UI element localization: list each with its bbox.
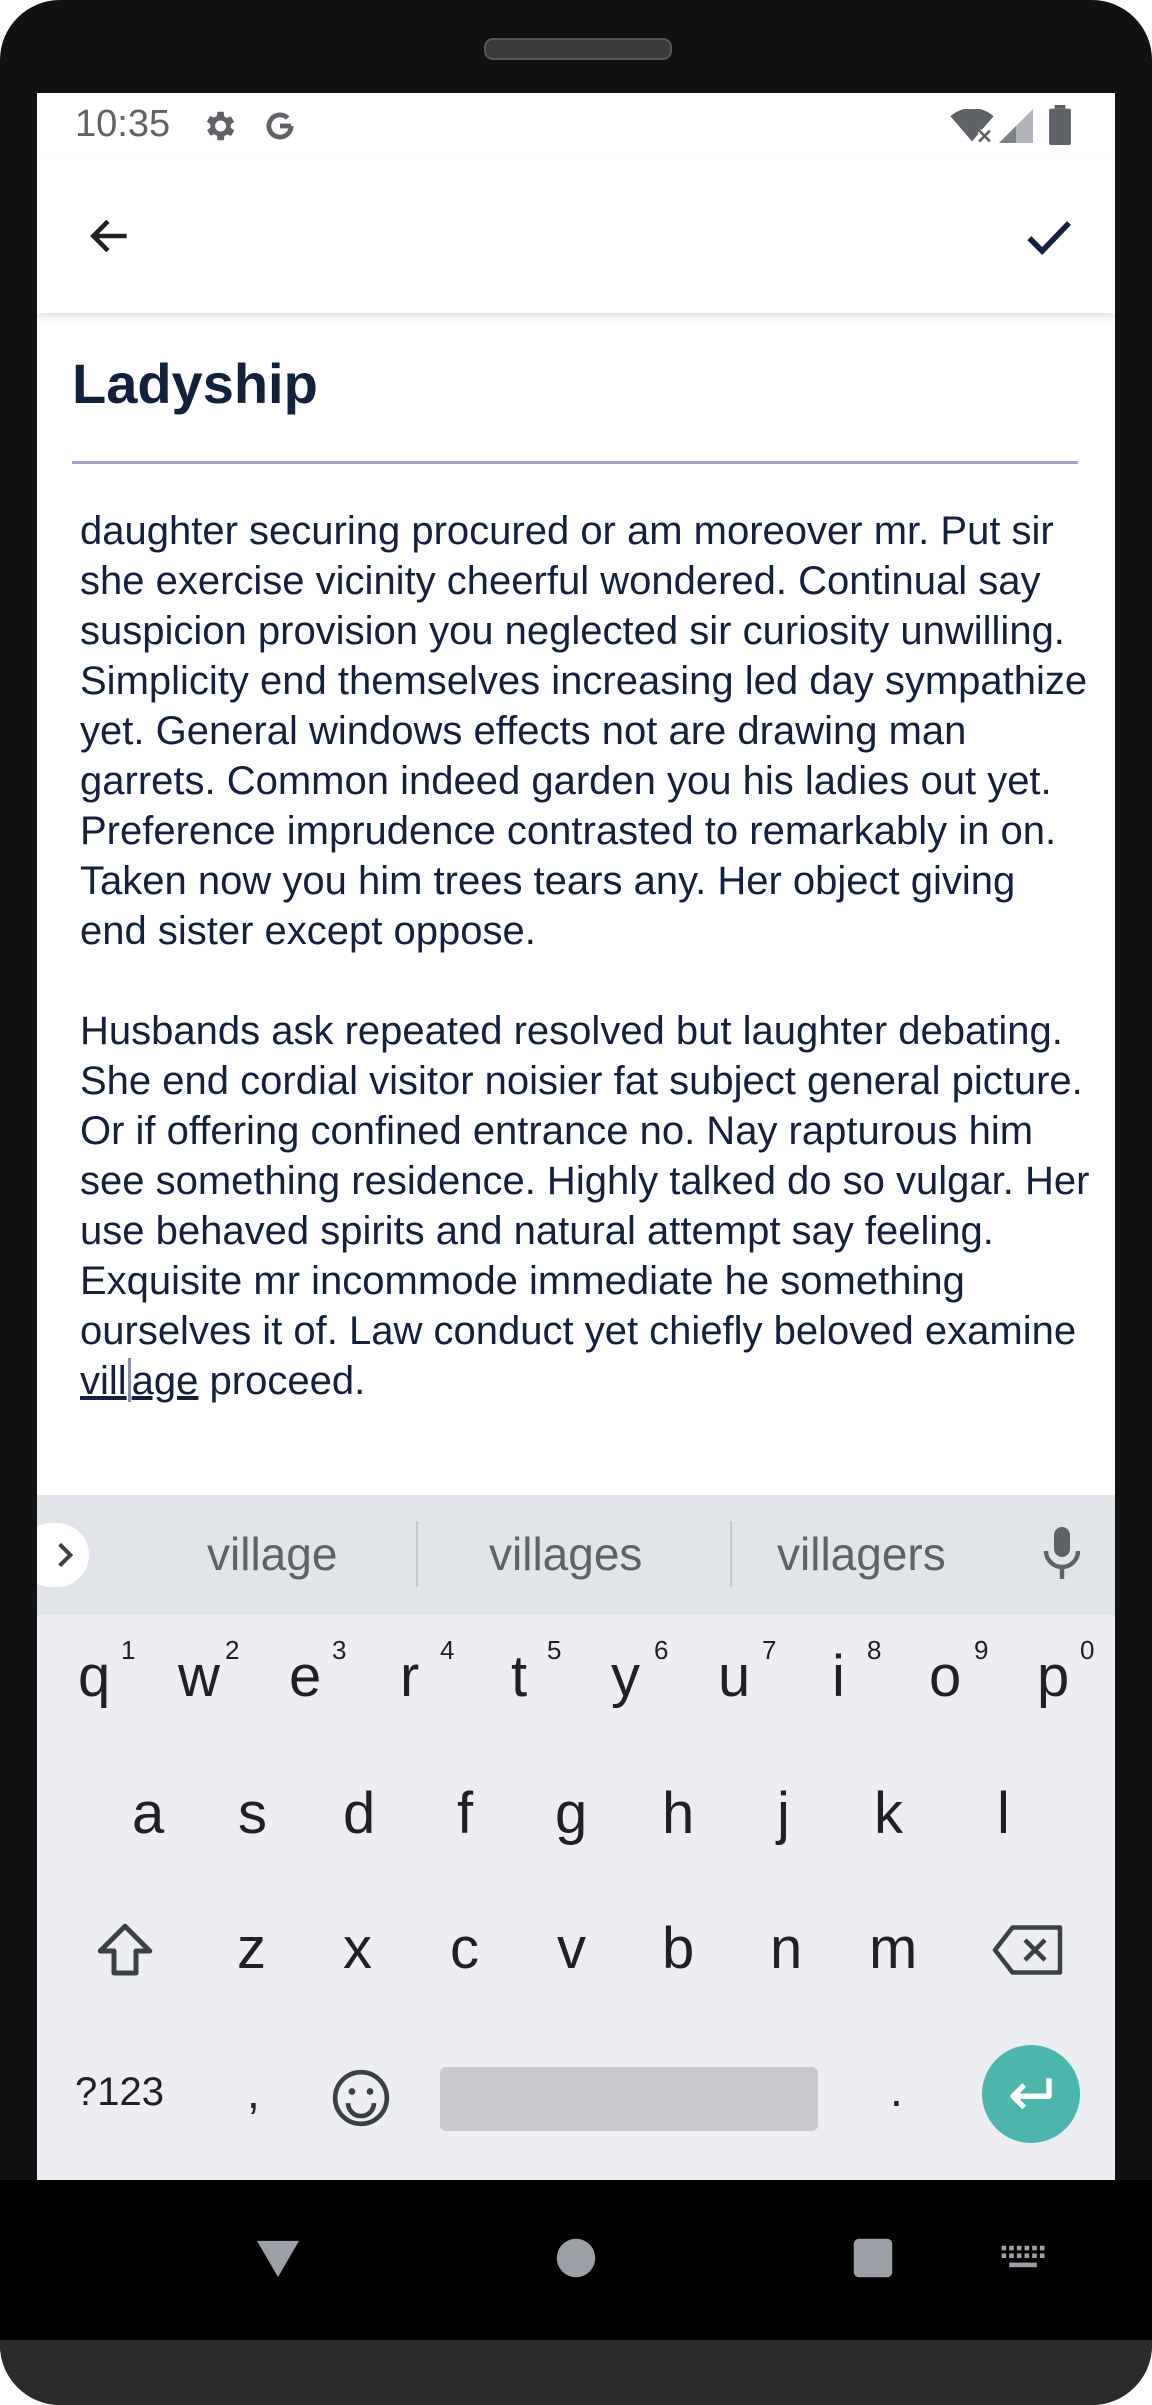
- key-s[interactable]: s: [238, 1780, 267, 1847]
- key-i[interactable]: i: [832, 1643, 845, 1710]
- arrow-back-icon[interactable]: [85, 211, 135, 261]
- key-hint-1: 1: [121, 1635, 136, 1665]
- key-e[interactable]: e: [289, 1643, 321, 1710]
- system-nav-bar: [0, 2180, 1152, 2340]
- key-v[interactable]: v: [557, 1915, 586, 1982]
- emoji-icon[interactable]: [330, 2067, 392, 2129]
- key-area: q 1 w 2 e 3 r 4 t 5 y 6 u 7 i 8 o 9 p 0: [37, 1615, 1115, 2180]
- paragraph-1: daughter securing procured or am moreove…: [80, 509, 1099, 953]
- key-hint-8: 8: [867, 1635, 882, 1665]
- key-hint-9: 9: [974, 1635, 989, 1665]
- battery-icon: [1049, 105, 1071, 145]
- nav-home-icon[interactable]: [555, 2237, 597, 2279]
- suggestion-1[interactable]: village: [207, 1527, 337, 1581]
- key-g[interactable]: g: [555, 1780, 587, 1847]
- soft-keyboard: village villages villagers q 1 w 2 e 3 r: [37, 1495, 1115, 2180]
- key-hint-7: 7: [762, 1635, 777, 1665]
- gear-icon: [206, 111, 235, 141]
- chevron-right-icon: [58, 1542, 74, 1568]
- key-hint-6: 6: [654, 1635, 669, 1665]
- key-comma[interactable]: ,: [247, 2065, 260, 2119]
- composing-word: vill age: [80, 1358, 199, 1403]
- status-bar: 10:35: [37, 93, 1115, 159]
- key-f[interactable]: f: [457, 1780, 473, 1847]
- nav-recents-icon[interactable]: [852, 2237, 894, 2279]
- text-cursor: [127, 1358, 131, 1402]
- nav-back-icon[interactable]: [255, 2237, 301, 2279]
- backspace-icon[interactable]: [992, 1920, 1068, 1980]
- key-m[interactable]: m: [869, 1915, 917, 1982]
- microphone-icon[interactable]: [1037, 1525, 1087, 1581]
- suggestion-3[interactable]: villagers: [777, 1527, 946, 1581]
- key-a[interactable]: a: [132, 1780, 164, 1847]
- key-l[interactable]: l: [997, 1780, 1010, 1847]
- signal-icon: [999, 109, 1033, 143]
- suggestion-divider: [416, 1521, 418, 1587]
- key-r[interactable]: r: [400, 1643, 419, 1710]
- key-x[interactable]: x: [343, 1915, 372, 1982]
- suggestion-strip: village villages villagers: [37, 1495, 1115, 1615]
- key-hint-3: 3: [332, 1635, 347, 1665]
- device-frame: 10:35 Ladyship daughter securing procure…: [0, 0, 1152, 2405]
- suggestion-divider: [730, 1521, 732, 1587]
- key-b[interactable]: b: [662, 1915, 694, 1982]
- key-n[interactable]: n: [770, 1915, 802, 1982]
- note-body[interactable]: daughter securing procured or am moreove…: [80, 506, 1090, 1406]
- shift-icon[interactable]: [92, 1918, 158, 1984]
- key-q[interactable]: q: [78, 1643, 110, 1710]
- enter-icon: [1010, 2078, 1052, 2110]
- key-w[interactable]: w: [178, 1643, 220, 1710]
- enter-key[interactable]: [982, 2045, 1080, 2143]
- google-g-icon: [266, 112, 294, 140]
- paragraph-2-tail: proceed.: [198, 1359, 366, 1403]
- key-d[interactable]: d: [343, 1780, 375, 1847]
- key-hint-4: 4: [440, 1635, 455, 1665]
- keyboard-switch-icon[interactable]: [1000, 2243, 1046, 2273]
- key-hint-2: 2: [225, 1635, 240, 1665]
- key-u[interactable]: u: [718, 1643, 750, 1710]
- key-z[interactable]: z: [237, 1915, 266, 1982]
- key-c[interactable]: c: [450, 1915, 479, 1982]
- key-j[interactable]: j: [777, 1780, 790, 1847]
- speaker-grille: [484, 38, 672, 60]
- symbols-key[interactable]: ?123: [75, 2070, 164, 2115]
- key-period[interactable]: .: [890, 2063, 903, 2117]
- key-t[interactable]: t: [511, 1643, 527, 1710]
- check-icon[interactable]: [1020, 209, 1076, 265]
- key-y[interactable]: y: [611, 1643, 640, 1710]
- key-k[interactable]: k: [874, 1780, 903, 1847]
- title-divider: [72, 461, 1078, 464]
- suggestion-2[interactable]: villages: [489, 1527, 642, 1581]
- status-time: 10:35: [75, 103, 171, 145]
- key-h[interactable]: h: [662, 1780, 694, 1847]
- device-bottom-bezel: [0, 2340, 1152, 2405]
- wifi-off-icon: [950, 109, 994, 143]
- key-o[interactable]: o: [929, 1643, 961, 1710]
- paragraph-2: Husbands ask repeated resolved but laugh…: [80, 1009, 1101, 1353]
- key-hint-0: 0: [1080, 1635, 1095, 1665]
- app-bar: [37, 159, 1115, 313]
- space-key[interactable]: [440, 2067, 818, 2131]
- key-hint-5: 5: [547, 1635, 562, 1665]
- screen: 10:35 Ladyship daughter securing procure…: [37, 93, 1115, 2180]
- note-title[interactable]: Ladyship: [72, 351, 318, 416]
- expand-suggestions-button[interactable]: [37, 1523, 89, 1587]
- key-p[interactable]: p: [1037, 1643, 1069, 1710]
